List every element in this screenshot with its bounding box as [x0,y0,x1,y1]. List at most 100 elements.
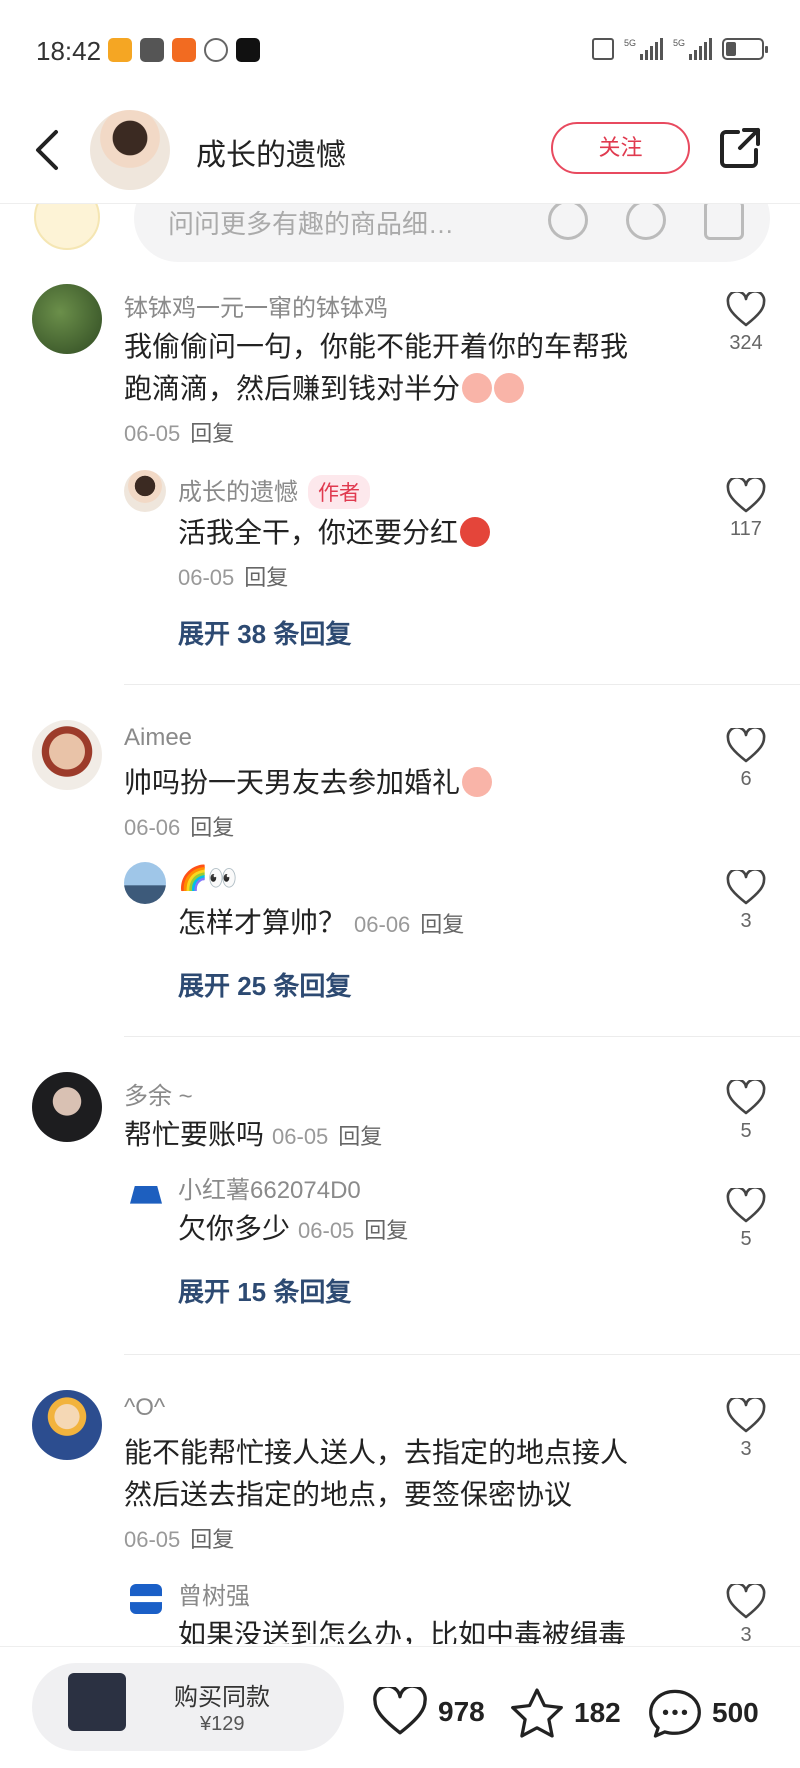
heart-icon [726,1584,766,1619]
comment-list: 钵钵鸡一元一窜的钵钵鸡 我偷偷问一句，你能不能开着你的车帮我 跑滴滴，然后赚到钱… [0,264,800,1644]
reply-username[interactable]: 小红薯662074D0 [178,1170,361,1205]
comment-date: 06-05 [272,1124,329,1149]
user-avatar[interactable] [32,1390,102,1460]
peach-emoji-icon [462,373,493,403]
comment-button[interactable]: 500 [648,1687,759,1739]
comment-username[interactable]: 钵钵鸡一元一窜的钵钵鸡 [124,288,388,323]
comment-text[interactable]: 能不能帮忙接人送人，去指定的地点接人 然后送去指定的地点，要签保密协议 [124,1432,628,1516]
favorite-count: 182 [574,1697,621,1728]
reply-text[interactable]: 怎样才算帅？ 06-06 回复 [178,902,464,946]
like-button[interactable]: 5 [716,1188,776,1251]
reply-text[interactable]: 活我全干，你还要分红 [178,512,491,554]
comment-text-line: 帅吗扮一天男友去参加婚礼 [124,767,461,798]
user-avatar[interactable] [124,470,166,512]
expand-replies-button[interactable]: 展开 15 条回复 [178,1272,351,1309]
comment-username[interactable]: 多余 ~ [124,1076,193,1111]
share-button[interactable] [718,126,762,170]
comment-text-line: 跑滴滴，然后赚到钱对半分 [124,373,461,404]
reply-username-row: 成长的遗憾 作者 [178,472,370,509]
reply-button[interactable]: 回复 [190,1527,234,1552]
buy-same-label: 购买同款 [174,1684,270,1711]
like-count: 3 [740,910,752,932]
reply-button[interactable]: 回复 [244,565,288,590]
status-app-icons [108,38,260,62]
comment-count: 500 [712,1697,759,1728]
favorite-button[interactable]: 182 [510,1687,621,1739]
like-count: 5 [740,1120,752,1142]
comment-username[interactable]: Aimee [124,724,192,752]
product-price: ¥129 [200,1713,245,1735]
like-button[interactable]: 3 [716,1584,776,1644]
comment-input-row: 问问更多有趣的商品细… [0,204,800,264]
comment-date: 06-05 [124,1527,181,1552]
reply-button[interactable]: 回复 [190,815,234,840]
reply-button[interactable]: 回复 [190,421,234,446]
comment-meta: 06-06 回复 [124,810,234,842]
reply-username[interactable]: 曾树强 [178,1576,250,1611]
reply-date: 06-05 [298,1218,355,1243]
comment-text-line: 然后送去指定的地点，要签保密协议 [124,1479,573,1510]
bucket-hat-icon[interactable] [130,1186,162,1204]
reply-date: 06-06 [354,912,411,937]
mention-icon[interactable] [548,204,588,240]
share-icon [720,128,760,168]
reply-text[interactable]: 如果没送到怎么办，比如中毒被缉毒 [178,1614,626,1644]
comment-text-line: 能不能帮忙接人送人，去指定的地点接人 [124,1437,629,1468]
heart-icon [726,1398,766,1433]
heart-icon [726,292,766,327]
comment-date: 06-05 [124,421,181,446]
like-button[interactable]: 5 [716,1080,776,1143]
expand-replies-button[interactable]: 展开 25 条回复 [178,966,351,1003]
reply-username[interactable]: 🌈👀 [178,864,238,893]
image-icon[interactable] [704,204,744,240]
battery-icon [722,38,768,60]
comment-text[interactable]: 我偷偷问一句，你能不能开着你的车帮我 跑滴滴，然后赚到钱对半分 [124,326,628,410]
divider [124,1354,800,1355]
user-avatar[interactable] [32,1072,102,1142]
my-avatar [34,204,100,250]
like-post-button[interactable]: 978 [372,1687,485,1737]
sweat-emoji-icon [462,767,493,797]
reply-username[interactable]: 成长的遗憾 [178,479,298,506]
user-avatar[interactable] [124,862,166,904]
like-button[interactable]: 117 [716,478,776,541]
comment-text-line: 帮忙要账吗 [124,1119,265,1150]
author-avatar[interactable] [90,110,170,190]
drum-icon[interactable] [130,1584,162,1614]
like-count: 324 [729,332,763,354]
reply-text-content: 欠你多少 [178,1213,291,1244]
reply-date: 06-05 [178,565,235,590]
back-button[interactable] [30,126,66,174]
comment-username[interactable]: ^O^ [124,1394,165,1422]
reply-text[interactable]: 欠你多少 06-05 回复 [178,1208,408,1252]
peach-emoji-icon [494,373,525,403]
author-name[interactable]: 成长的遗憾 [196,130,346,174]
like-button[interactable]: 3 [716,870,776,933]
like-count: 3 [740,1624,752,1644]
like-count: 5 [740,1228,752,1250]
expand-replies-button[interactable]: 展开 38 条回复 [178,614,351,651]
like-count: 117 [730,518,762,540]
user-avatar[interactable] [32,720,102,790]
comment-text[interactable]: 帅吗扮一天男友去参加婚礼 [124,762,493,804]
comment-text[interactable]: 帮忙要账吗 06-05 回复 [124,1114,382,1158]
tiktok-icon [236,38,260,62]
reply-button[interactable]: 回复 [364,1218,408,1243]
upload-icon [140,38,164,62]
status-bar: 18:42 5G 5G [0,0,800,100]
comment-bubble-icon [649,1689,701,1738]
heart-icon [726,1080,766,1115]
like-button[interactable]: 3 [716,1398,776,1461]
angry-emoji-icon [460,517,491,547]
author-badge: 作者 [308,475,370,509]
bottom-action-bar: 购买同款 ¥129 978 182 500 [0,1646,800,1768]
reply-button[interactable]: 回复 [338,1124,382,1149]
reply-button[interactable]: 回复 [420,912,464,937]
like-button[interactable]: 324 [716,292,776,355]
emoji-icon[interactable] [626,204,666,240]
user-avatar[interactable] [32,284,102,354]
network-label: 5G [672,38,685,48]
follow-button[interactable]: 关注 [551,122,690,174]
like-button[interactable]: 6 [716,728,776,791]
product-thumbnail[interactable] [68,1673,126,1731]
